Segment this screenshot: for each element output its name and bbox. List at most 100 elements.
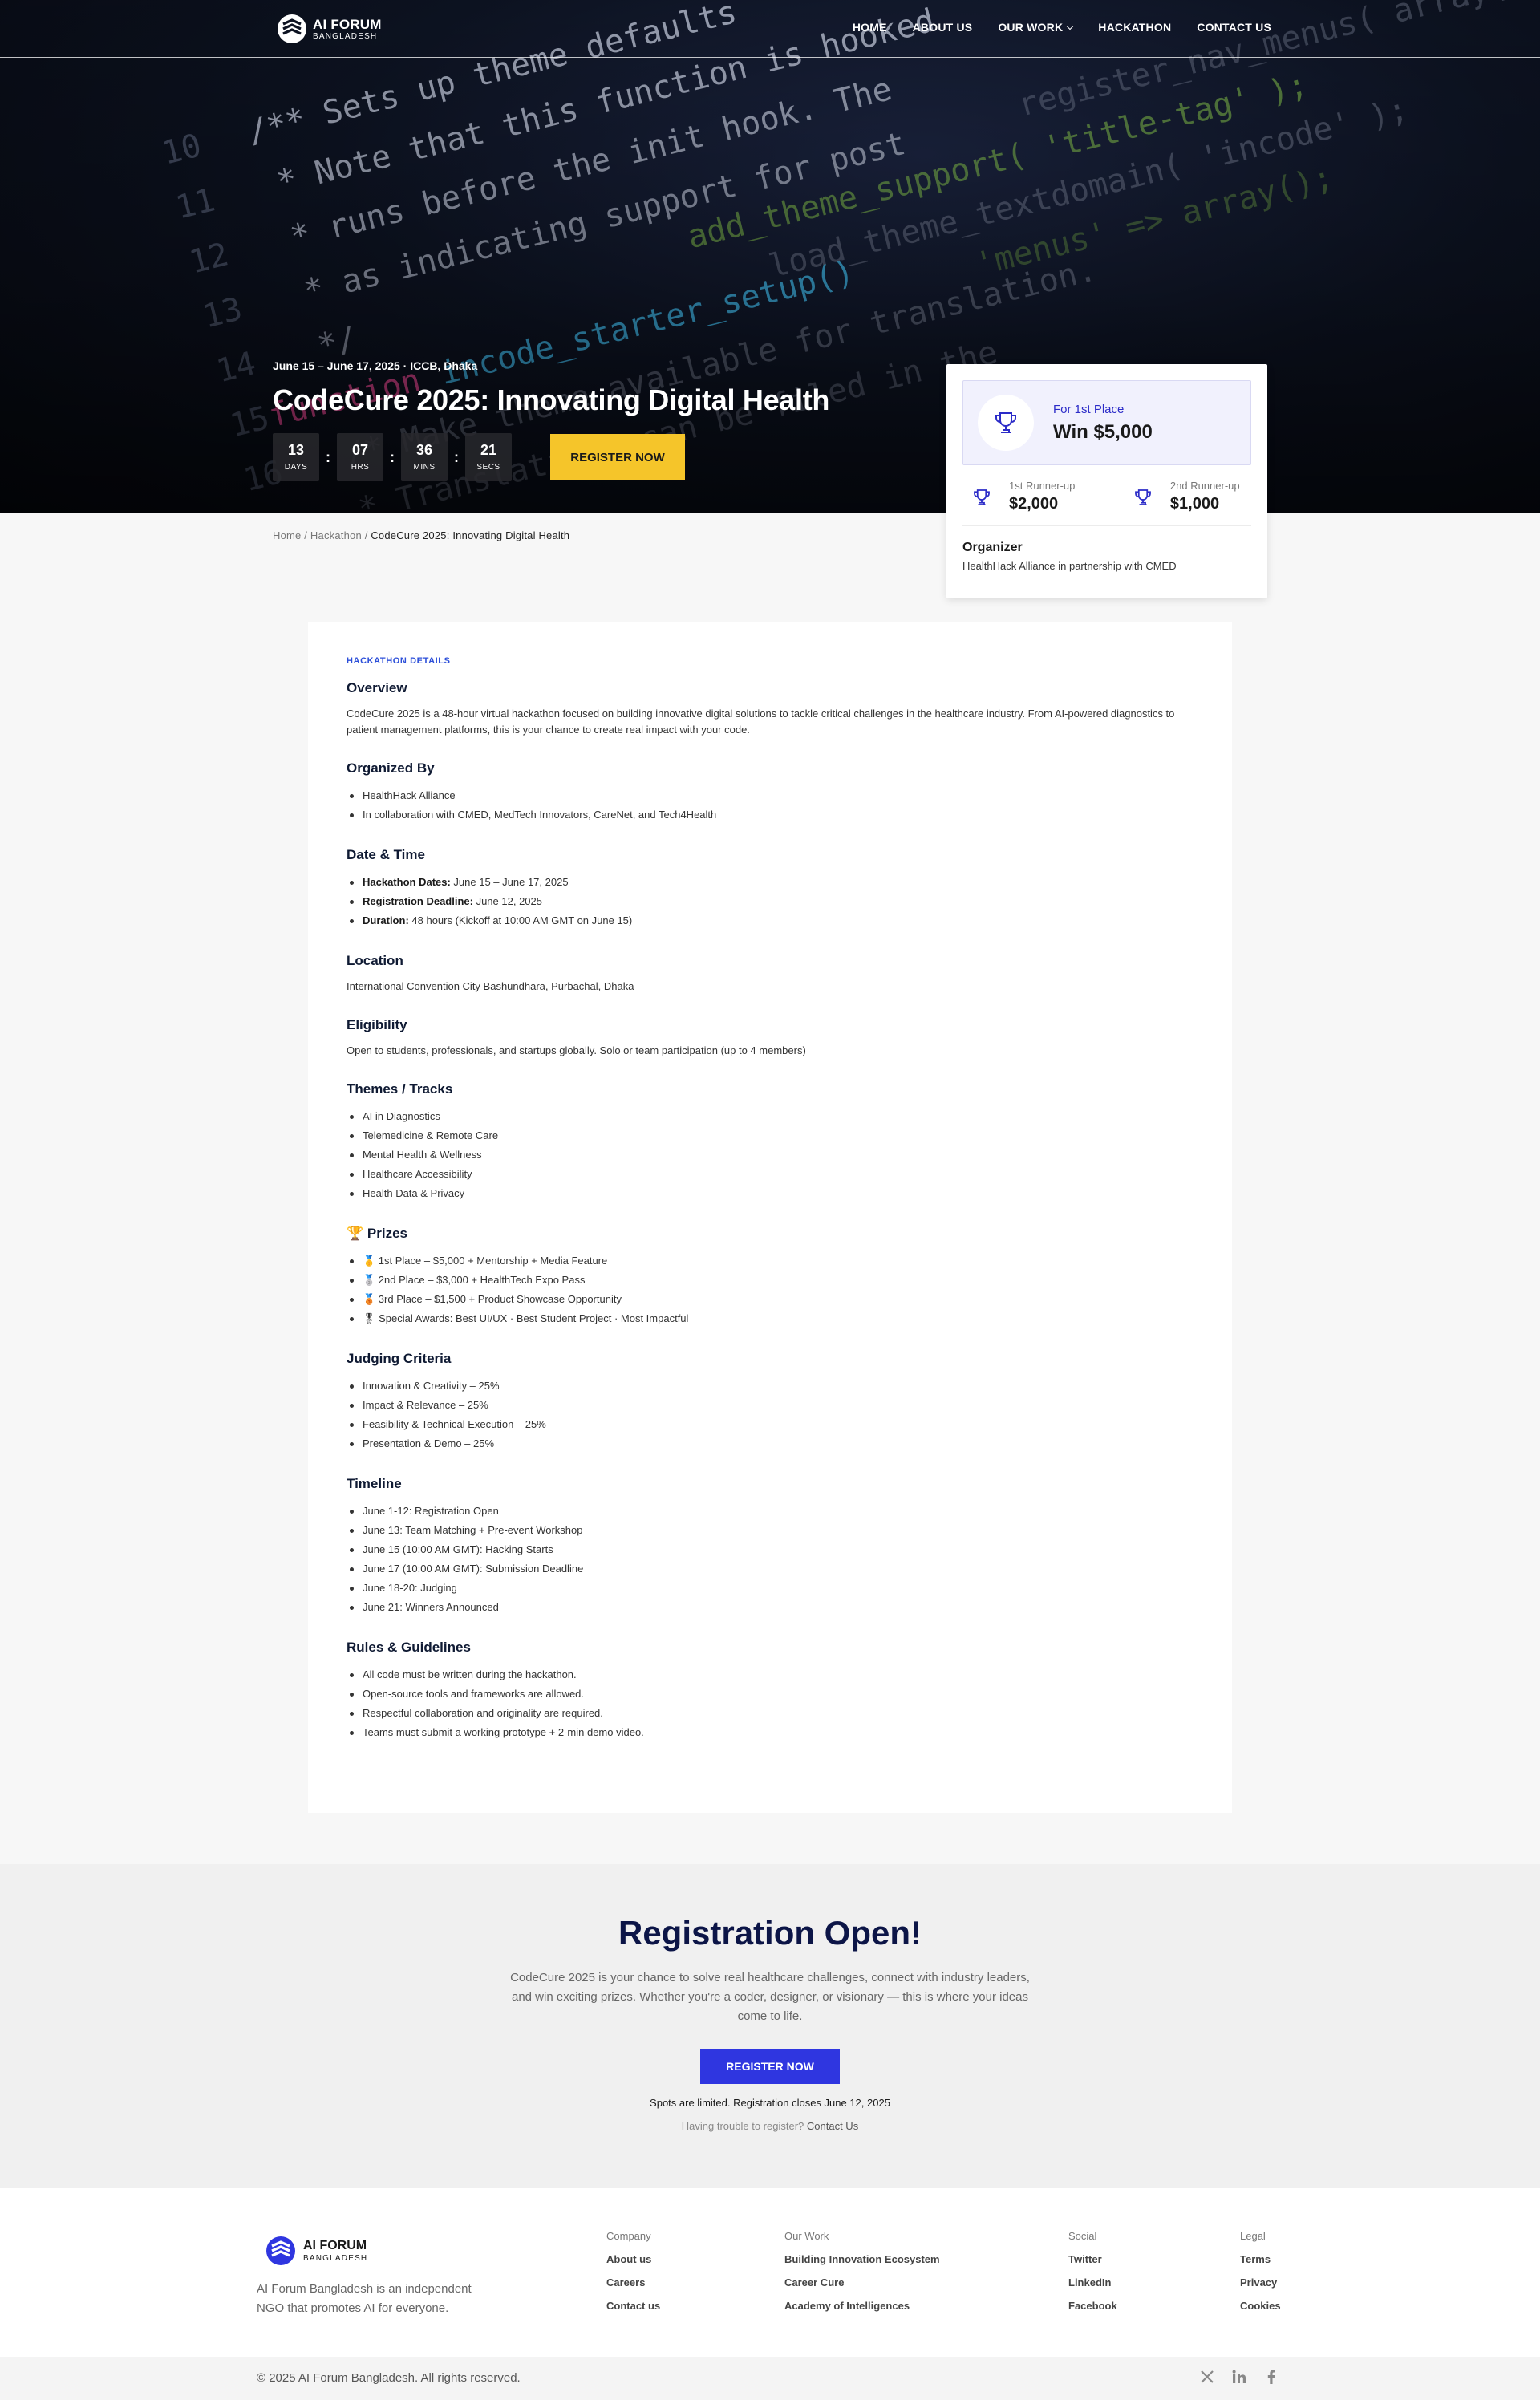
footer-link-innovation-ecosystem[interactable]: Building Innovation Ecosystem: [784, 2253, 940, 2265]
list-item: Duration: 48 hours (Kickoff at 10:00 AM …: [346, 911, 1194, 930]
countdown-seconds-value: 21: [480, 442, 497, 458]
first-prize-value: Win $5,000: [1053, 420, 1153, 443]
footer-link-privacy[interactable]: Privacy: [1240, 2276, 1281, 2289]
registration-title: Registration Open!: [618, 1914, 922, 1952]
list-item: Presentation & Demo – 25%: [346, 1434, 1194, 1453]
logo-subtitle: BANGLADESH: [313, 31, 378, 41]
countdown-separator: :: [390, 448, 395, 465]
footer-column-our-work: Our Work Building Innovation Ecosystem C…: [784, 2230, 940, 2323]
footer-link-academy[interactable]: Academy of Intelligences: [784, 2300, 940, 2312]
countdown-seconds: 21 SECS: [465, 433, 512, 481]
countdown-minutes-value: 36: [415, 442, 433, 458]
countdown-seconds-label: SECS: [476, 463, 500, 472]
breadcrumb-separator: /: [304, 529, 308, 541]
details-eyebrow: HACKATHON DETAILS: [346, 656, 451, 666]
list-item: Innovation & Creativity – 25%: [346, 1376, 1194, 1396]
overview-text: CodeCure 2025 is a 48-hour virtual hacka…: [346, 707, 1175, 736]
event-meta: June 15 – June 17, 2025 · ICCB, Dhaka: [273, 359, 478, 372]
x-icon[interactable]: [1198, 2368, 1216, 2386]
footer-link-career-cure[interactable]: Career Cure: [784, 2276, 940, 2289]
date-time-title: Date & Time: [346, 847, 425, 862]
themes-title: Themes / Tracks: [346, 1081, 453, 1097]
nav-about-us[interactable]: ABOUT US: [913, 21, 973, 34]
register-now-button[interactable]: REGISTER NOW: [700, 2049, 840, 2084]
countdown-hours-label: HRS: [351, 463, 370, 472]
list-item: HealthHack Alliance: [346, 786, 1194, 805]
footer-link-cookies[interactable]: Cookies: [1240, 2300, 1281, 2312]
nav-home[interactable]: HOME: [853, 21, 887, 34]
footer-link-terms[interactable]: Terms: [1240, 2253, 1281, 2265]
list-item: 🥉 3rd Place – $1,500 + Product Showcase …: [346, 1290, 1194, 1309]
footer-link-facebook[interactable]: Facebook: [1068, 2300, 1117, 2312]
footer-logo[interactable]: AI FORUM BANGLADESH: [265, 2235, 367, 2267]
footer-link-twitter[interactable]: Twitter: [1068, 2253, 1117, 2265]
runner-up-1-label: 1st Runner-up: [1009, 480, 1076, 492]
contact-us-link[interactable]: Contact Us: [807, 2120, 858, 2132]
footer-logo-title: AI FORUM: [303, 2238, 367, 2252]
registration-note: Spots are limited. Registration closes J…: [650, 2097, 890, 2109]
list-item: June 15 (10:00 AM GMT): Hacking Starts: [346, 1540, 1194, 1559]
judging-list: Innovation & Creativity – 25% Impact & R…: [346, 1376, 1194, 1453]
countdown-separator: :: [454, 448, 459, 465]
nav-links: HOME ABOUT US OUR WORK HACKATHON CONTACT…: [853, 21, 1271, 34]
list-item: Feasibility & Technical Execution – 25%: [346, 1415, 1194, 1434]
hero-info: June 15 – June 17, 2025 · ICCB, Dhaka Co…: [273, 359, 829, 481]
list-item-label: Duration:: [363, 914, 409, 926]
logo-title: AI FORUM: [313, 16, 382, 32]
overview-title: Overview: [346, 680, 407, 695]
site-logo[interactable]: AI FORUM BANGLADESH: [276, 13, 382, 45]
nav-contact-us[interactable]: CONTACT US: [1197, 21, 1271, 34]
nav-our-work[interactable]: OUR WORK: [998, 21, 1074, 34]
nav-hackathon[interactable]: HACKATHON: [1098, 21, 1171, 34]
countdown-separator: :: [326, 448, 330, 465]
breadcrumb-hackathon[interactable]: Hackathon: [310, 529, 362, 541]
rules-list: All code must be written during the hack…: [346, 1665, 1194, 1742]
list-item: Respectful collaboration and originality…: [346, 1704, 1194, 1723]
social-icons: [1198, 2368, 1280, 2386]
breadcrumb-home[interactable]: Home: [273, 529, 301, 541]
registration-help-text: Having trouble to register?: [681, 2120, 804, 2132]
footer-column-title: Legal: [1240, 2230, 1266, 2242]
list-item: Open-source tools and frameworks are all…: [346, 1684, 1194, 1704]
list-item: Registration Deadline: June 12, 2025: [346, 892, 1194, 911]
footer-column-title: Social: [1068, 2230, 1097, 2242]
footer-column-title: Company: [606, 2230, 651, 2242]
event-title: CodeCure 2025: Innovating Digital Health: [273, 383, 830, 416]
prize-card: For 1st Place Win $5,000 1st Runner-up $…: [946, 364, 1267, 598]
organized-by-title: Organized By: [346, 760, 435, 776]
copyright-text: © 2025 AI Forum Bangladesh. All rights r…: [257, 2371, 521, 2385]
trophy-icon: [978, 395, 1034, 451]
timeline-list: June 1-12: Registration Open June 13: Te…: [346, 1502, 1194, 1617]
list-item: Telemedicine & Remote Care: [346, 1126, 1194, 1145]
list-item: Impact & Relevance – 25%: [346, 1396, 1194, 1415]
copyright-bar: © 2025 AI Forum Bangladesh. All rights r…: [0, 2357, 1540, 2400]
footer-link-about-us[interactable]: About us: [606, 2253, 660, 2265]
countdown-hours-value: 07: [351, 442, 369, 458]
top-navigation: AI FORUM BANGLADESH HOME ABOUT US OUR WO…: [0, 0, 1540, 58]
list-item: All code must be written during the hack…: [346, 1665, 1194, 1684]
list-item: Mental Health & Wellness: [346, 1145, 1194, 1165]
trophy-icon: [962, 480, 1001, 515]
linkedin-icon[interactable]: [1230, 2368, 1248, 2386]
registration-description: CodeCure 2025 is your chance to solve re…: [510, 1971, 1030, 2023]
footer-link-linkedin[interactable]: LinkedIn: [1068, 2276, 1117, 2289]
list-item: Hackathon Dates: June 15 – June 17, 2025: [346, 873, 1194, 892]
runner-up-prizes: 1st Runner-up $2,000 2nd Runner-up $1,00…: [962, 480, 1251, 526]
list-item: Health Data & Privacy: [346, 1184, 1194, 1203]
runner-up-2: 2nd Runner-up $1,000: [1124, 480, 1251, 515]
footer-link-contact-us[interactable]: Contact us: [606, 2300, 660, 2312]
registration-help: Having trouble to register? Contact Us: [0, 2120, 1540, 2132]
footer-link-careers[interactable]: Careers: [606, 2276, 660, 2289]
organized-by-list: HealthHack Alliance In collaboration wit…: [346, 786, 1194, 825]
facebook-icon[interactable]: [1262, 2368, 1280, 2386]
themes-list: AI in Diagnostics Telemedicine & Remote …: [346, 1107, 1194, 1203]
countdown-minutes-label: MINS: [413, 463, 436, 472]
runner-up-1-value: $2,000: [1009, 495, 1059, 513]
footer-column-social: Social Twitter LinkedIn Facebook: [1068, 2230, 1117, 2323]
hero-register-button[interactable]: REGISTER NOW: [550, 434, 685, 480]
list-item: Healthcare Accessibility: [346, 1165, 1194, 1184]
runner-up-2-value: $1,000: [1169, 495, 1220, 513]
countdown-days-label: DAYS: [284, 463, 308, 472]
judging-title: Judging Criteria: [346, 1351, 452, 1366]
list-item: Teams must submit a working prototype + …: [346, 1723, 1194, 1742]
